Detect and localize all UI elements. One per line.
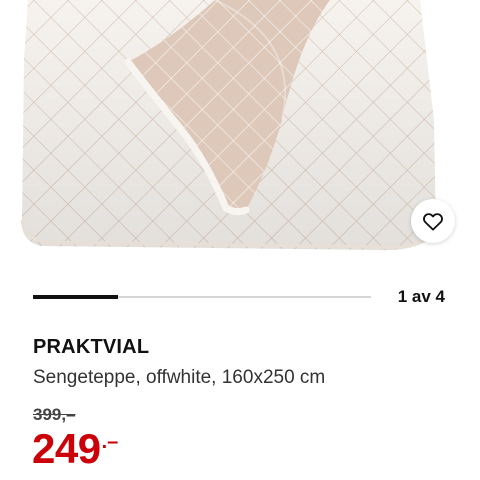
price-integer: 249 bbox=[32, 425, 101, 472]
bedspread-illustration bbox=[0, 0, 480, 262]
favorite-button[interactable] bbox=[411, 199, 455, 243]
old-price: 399,– bbox=[33, 405, 76, 424]
heart-icon bbox=[423, 213, 443, 231]
carousel-indicator: 1 av 4 bbox=[397, 287, 445, 306]
carousel-progress-fill bbox=[33, 295, 118, 299]
carousel-progress[interactable] bbox=[33, 295, 371, 299]
product-image[interactable] bbox=[0, 0, 480, 262]
product-name[interactable]: PRAKTVIAL bbox=[33, 336, 149, 359]
price-suffix: .– bbox=[101, 431, 119, 453]
product-description: Sengeteppe, offwhite, 160x250 cm bbox=[33, 367, 326, 388]
current-price: 249 .– bbox=[32, 428, 118, 470]
